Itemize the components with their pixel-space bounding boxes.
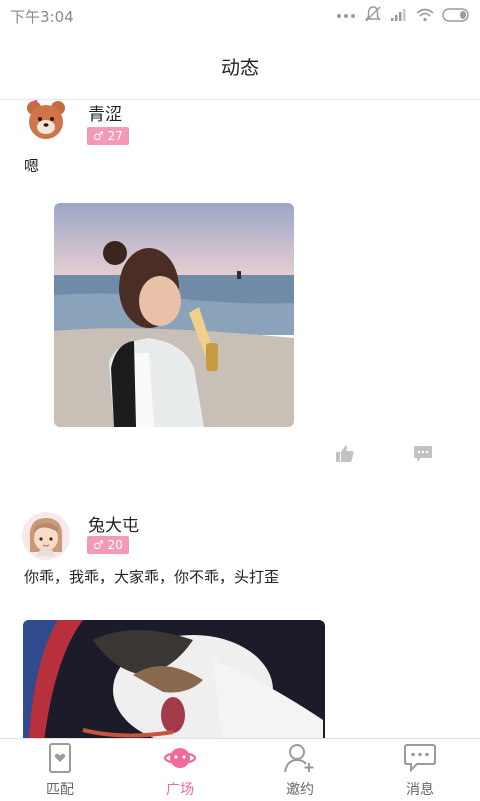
tab-messages[interactable]: 消息 bbox=[360, 739, 480, 801]
post-text: 嗯 bbox=[24, 157, 40, 175]
tab-label: 广场 bbox=[166, 782, 194, 798]
gender-age-badge: ♂ 20 bbox=[87, 536, 129, 554]
status-icons bbox=[336, 6, 472, 26]
avatar[interactable] bbox=[22, 100, 70, 144]
like-button[interactable] bbox=[335, 444, 355, 468]
tab-label: 消息 bbox=[406, 782, 434, 798]
post-photo[interactable] bbox=[54, 203, 294, 427]
post-text: 你乖，我乖，大家乖，你不乖，头打歪 bbox=[24, 568, 280, 586]
girl-avatar-icon bbox=[22, 512, 70, 560]
header: 动态 bbox=[0, 32, 480, 100]
beach-photo-image bbox=[54, 203, 294, 427]
post-photo[interactable] bbox=[23, 620, 325, 738]
thumbs-up-icon bbox=[336, 445, 354, 462]
bottom-tab-bar: 匹配 广场 邀约 消息 bbox=[0, 738, 480, 801]
status-bar: 下午3:04 bbox=[0, 0, 480, 32]
cell-signal-icon bbox=[390, 7, 408, 26]
page-title: 动态 bbox=[220, 57, 259, 79]
comment-button[interactable] bbox=[413, 445, 433, 467]
comment-icon bbox=[414, 446, 432, 462]
planet-icon bbox=[163, 743, 197, 773]
gender-age-badge: ♂ 27 bbox=[87, 127, 129, 145]
chat-bubble-icon bbox=[404, 743, 436, 773]
tab-invite[interactable]: 邀约 bbox=[240, 739, 360, 801]
cat-photo-image bbox=[23, 620, 325, 738]
battery-icon bbox=[442, 7, 472, 26]
status-time: 下午3:04 bbox=[10, 8, 74, 26]
signal-dots-icon bbox=[336, 7, 356, 26]
card-icon bbox=[44, 743, 76, 773]
add-user-icon bbox=[284, 743, 316, 773]
tab-label: 匹配 bbox=[46, 782, 74, 798]
post-card[interactable]: 兔大屯 ♂ 20 你乖，我乖，大家乖，你不乖，头打歪 bbox=[0, 504, 480, 738]
tab-label: 邀约 bbox=[286, 782, 314, 798]
post-username[interactable]: 青涩 bbox=[88, 100, 122, 125]
bear-avatar-icon bbox=[22, 100, 70, 144]
wifi-icon bbox=[416, 7, 434, 26]
post-username[interactable]: 兔大屯 bbox=[88, 511, 139, 536]
tab-plaza[interactable]: 广场 bbox=[120, 739, 240, 801]
tab-match[interactable]: 匹配 bbox=[0, 739, 120, 801]
avatar[interactable] bbox=[22, 512, 70, 560]
feed[interactable]: 青涩 ♂ 27 嗯 兔大屯 ♂ 20 你乖，我乖，大家乖，你不乖，头打歪 bbox=[0, 100, 480, 738]
mute-bell-icon bbox=[364, 5, 382, 27]
